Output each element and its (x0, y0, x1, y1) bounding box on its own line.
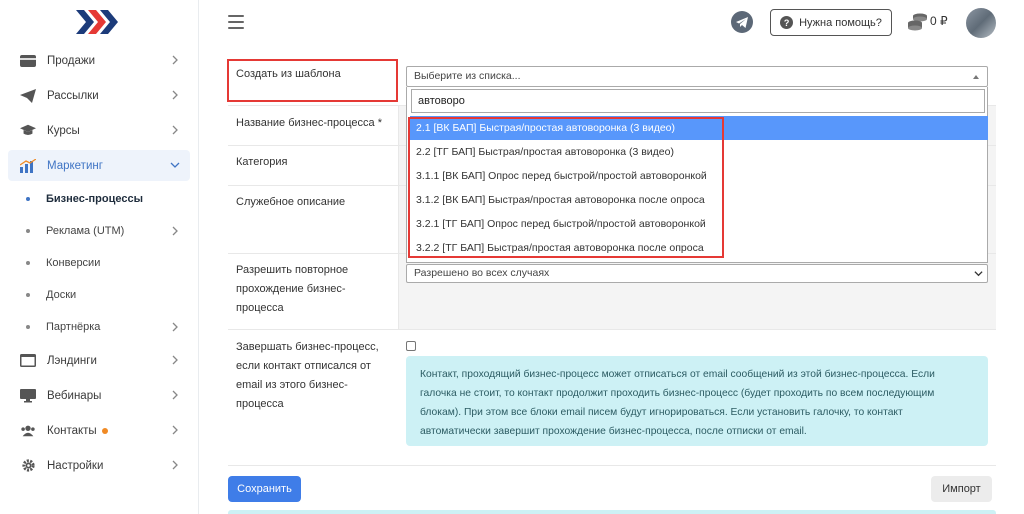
sidebar-item-label: Рассылки (47, 89, 99, 102)
help-label: Нужна помощь? (799, 16, 882, 29)
browser-icon (20, 353, 36, 369)
dropdown-option[interactable]: 3.1.1 [ВК БАП] Опрос перед быстрой/прост… (410, 164, 988, 188)
template-label-highlight (227, 59, 398, 102)
bottom-alert-strip (228, 510, 996, 514)
question-icon: ? (780, 16, 794, 29)
template-dropdown: автоворо 2.1 [ВК БАП] Быстрая/простая ав… (406, 87, 988, 263)
dropdown-option[interactable]: 2.1 [ВК БАП] Быстрая/простая автоворонка… (410, 116, 988, 140)
sidebar-subitem-conversions[interactable]: Конверсии (26, 251, 190, 275)
chevron-right-icon (172, 355, 178, 365)
chart-icon (20, 158, 36, 174)
dropdown-option[interactable]: 3.2.2 [ТГ БАП] Быстрая/простая автоворон… (410, 236, 988, 260)
dropdown-option[interactable]: 2.2 [ТГ БАП] Быстрая/простая автоворонка… (410, 140, 988, 164)
paper-plane-icon (20, 88, 36, 104)
avatar[interactable] (966, 8, 996, 38)
gear-icon (20, 458, 36, 474)
sidebar-item-settings[interactable]: Настройки (8, 450, 190, 481)
chevron-right-icon (172, 425, 178, 435)
template-search-input[interactable]: автоворо (411, 89, 985, 113)
sidebar-item-label: Продажи (47, 54, 96, 67)
graduation-cap-icon (20, 123, 36, 139)
import-button[interactable]: Импорт (931, 476, 992, 502)
menu-toggle-icon[interactable] (228, 15, 244, 29)
finish-label: Завершать бизнес-процесс, если контакт о… (236, 341, 379, 410)
sidebar-item-landings[interactable]: Лэндинги (8, 345, 190, 376)
sidebar-subitem-label: Реклама (UTM) (46, 225, 125, 237)
sidebar-item-label: Курсы (47, 124, 80, 137)
sidebar-subitem-label: Доски (46, 289, 77, 301)
sidebar-item-contacts[interactable]: Контакты (8, 415, 190, 446)
sidebar-subitem-ads-utm[interactable]: Реклама (UTM) (26, 219, 190, 243)
sidebar-item-mailings[interactable]: Рассылки (8, 80, 190, 111)
sidebar-subitem-label: Партнёрка (46, 321, 101, 333)
save-button[interactable]: Сохранить (228, 476, 301, 502)
template-select[interactable]: Выберите из списка... (406, 66, 988, 87)
help-button[interactable]: ? Нужна помощь? (770, 9, 892, 36)
chevron-right-icon (172, 55, 178, 65)
sidebar-item-label: Контакты (47, 424, 97, 437)
sidebar-item-label: Вебинары (47, 389, 102, 402)
sidebar-item-label: Маркетинг (47, 159, 103, 172)
chevron-right-icon (172, 226, 178, 236)
category-label: Категория (236, 156, 288, 168)
sidebar-subitem-partners[interactable]: Партнёрка (26, 315, 190, 339)
name-label: Название бизнес-процесса * (236, 117, 382, 129)
dropdown-option[interactable]: 3.2.1 [ТГ БАП] Опрос перед быстрой/прост… (410, 212, 988, 236)
sidebar-item-label: Лэндинги (47, 354, 97, 367)
telegram-icon[interactable] (731, 11, 753, 33)
sidebar-subitem-boards[interactable]: Доски (26, 283, 190, 307)
chevron-right-icon (172, 390, 178, 400)
sidebar-subitem-label: Конверсии (46, 257, 101, 269)
chevron-down-icon (974, 271, 983, 277)
sidebar-item-sales[interactable]: Продажи (8, 45, 190, 76)
balance[interactable]: 0 ₽ (930, 14, 948, 28)
chevron-right-icon (172, 322, 178, 332)
logo-icon[interactable] (76, 8, 118, 36)
sidebar-subitem-label: Бизнес-процессы (46, 193, 143, 205)
info-alert: Контакт, проходящий бизнес-процесс может… (406, 356, 988, 446)
card-icon (20, 53, 36, 69)
sidebar: Продажи Рассылки Курсы Маркетинг Бизнес-… (0, 0, 199, 514)
finish-on-unsubscribe-checkbox[interactable] (406, 341, 416, 351)
sidebar-subitem-business-processes[interactable]: Бизнес-процессы (26, 187, 190, 211)
users-icon (20, 423, 36, 439)
chevron-down-icon (170, 162, 180, 168)
repeat-select[interactable]: Разрешено во всех случаях (406, 264, 988, 283)
dropdown-option[interactable]: 3.1.2 [ВК БАП] Быстрая/простая автоворон… (410, 188, 988, 212)
description-label: Служебное описание (236, 196, 346, 208)
notification-dot (101, 427, 108, 434)
coins-icon (908, 13, 927, 31)
sidebar-item-marketing[interactable]: Маркетинг (8, 150, 190, 181)
sidebar-item-webinars[interactable]: Вебинары (8, 380, 190, 411)
sidebar-item-label: Настройки (47, 459, 104, 472)
chevron-right-icon (172, 90, 178, 100)
sidebar-item-courses[interactable]: Курсы (8, 115, 190, 146)
repeat-label: Разрешить повторное прохождение бизнес- … (236, 264, 349, 314)
monitor-icon (20, 388, 36, 404)
chevron-right-icon (172, 460, 178, 470)
chevron-right-icon (172, 125, 178, 135)
caret-up-icon (973, 75, 979, 79)
